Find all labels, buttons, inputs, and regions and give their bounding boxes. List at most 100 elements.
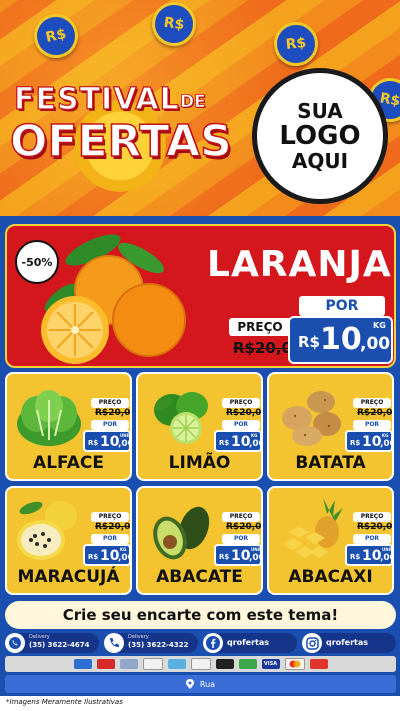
old-price: R$20,00 xyxy=(357,408,393,418)
product-card-alface[interactable]: PREÇO R$20,00 POR R$ 10 ,00 UNID ALFACE xyxy=(5,372,132,481)
old-price: R$20,00 xyxy=(226,408,262,418)
featured-product-name: LARANJA xyxy=(207,244,392,285)
price-cents: ,00 xyxy=(380,439,392,449)
price-unit: KG xyxy=(251,433,258,438)
currency-coin-icon: R$ xyxy=(271,19,321,69)
price-tag: R$ 10 ,00 KG xyxy=(345,430,392,452)
preco-label: PREÇO xyxy=(353,512,391,522)
product-card-abacaxi[interactable]: PREÇO R$20,00 POR R$ 10 ,00 UNID ABACAXI xyxy=(267,486,394,595)
price-unit: KG xyxy=(120,547,127,552)
product-name: MARACUJÁ xyxy=(17,567,120,587)
old-price: R$20,00 xyxy=(226,522,262,532)
orange-icon xyxy=(41,234,186,364)
price-tag: R$ 10 ,00 KG xyxy=(83,544,130,566)
contact-phone: (35) 3622-4674 xyxy=(29,641,90,649)
footer: *Imagens Meramente Ilustrativas xyxy=(0,696,400,711)
product-card-batata[interactable]: PREÇO R$20,00 POR R$ 10 ,00 KG BATATA xyxy=(267,372,394,481)
lime-icon xyxy=(154,392,208,444)
pineapple-icon xyxy=(283,498,343,558)
price-cents: ,00 xyxy=(249,439,261,449)
avocado-icon xyxy=(153,506,210,560)
product-name: ABACAXI xyxy=(288,567,373,587)
price-unit: UNID xyxy=(251,547,263,552)
product-name: ABACATE xyxy=(156,567,243,587)
instagram-contact[interactable]: qrofertas xyxy=(302,633,396,653)
por-label: POR xyxy=(353,534,391,544)
price-tag: R$ 10 ,00 KG xyxy=(214,430,261,452)
phone-contact[interactable]: Delivery (35) 3622-4322 xyxy=(104,633,198,653)
address-bar[interactable]: Rua xyxy=(5,675,396,693)
card-icon xyxy=(119,659,138,669)
preco-label: PREÇO xyxy=(222,398,260,408)
price-currency: R$ xyxy=(88,439,99,447)
price-unit: KG xyxy=(373,321,386,330)
location-pin-icon xyxy=(185,679,194,689)
product-card-maracuja[interactable]: PREÇO R$20,00 POR R$ 10 ,00 KG MARACUJÁ xyxy=(5,486,132,595)
price-unit: UNID xyxy=(120,433,132,438)
passionfruit-icon xyxy=(17,501,77,560)
card-icon xyxy=(142,658,163,670)
price-currency: R$ xyxy=(219,553,230,561)
price-cents: ,00 xyxy=(360,334,391,354)
por-label: POR xyxy=(91,534,129,544)
card-icon xyxy=(96,659,115,669)
por-label: POR xyxy=(299,296,385,316)
mastercard-icon xyxy=(284,658,305,670)
price-integer: 10 xyxy=(100,548,120,564)
price-currency: R$ xyxy=(88,553,99,561)
preco-label: PREÇO xyxy=(222,512,260,522)
old-price: R$20,00 xyxy=(95,408,131,418)
preco-label: PREÇO xyxy=(353,398,391,408)
price-currency: R$ xyxy=(350,553,361,561)
logo-text-line1: SUA xyxy=(297,98,343,123)
card-icon xyxy=(190,658,211,670)
festival-title-line2: OFERTAS xyxy=(9,115,232,168)
address-text: Rua xyxy=(199,679,216,689)
featured-product-card[interactable]: -50% LARANJA PREÇO R$20,00 POR R$ 10 ,00… xyxy=(5,224,396,368)
price-integer: 10 xyxy=(320,322,362,357)
facebook-icon xyxy=(203,633,223,653)
por-label: POR xyxy=(91,420,129,430)
price-unit: UNID xyxy=(382,547,394,552)
por-label: POR xyxy=(222,534,260,544)
lettuce-icon xyxy=(17,390,81,446)
preco-label: PREÇO xyxy=(229,318,291,336)
logo-text-line2: LOGO xyxy=(279,120,361,151)
currency-coin-icon: R$ xyxy=(29,9,83,63)
logo-placeholder[interactable]: SUA LOGO AQUI xyxy=(252,68,388,204)
card-icon xyxy=(215,659,234,669)
phone-icon xyxy=(104,633,124,653)
product-card-limao[interactable]: PREÇO R$20,00 POR R$ 10 ,00 KG LIMÃO xyxy=(136,372,263,481)
price-tag: R$ 10 ,00 UNID xyxy=(214,544,263,566)
price-tag: R$ 10 ,00 KG xyxy=(288,316,393,364)
facebook-contact[interactable]: qrofertas xyxy=(203,633,297,653)
price-currency: R$ xyxy=(298,333,320,351)
product-name: ALFACE xyxy=(33,453,104,473)
preco-label: PREÇO xyxy=(91,512,129,522)
product-card-abacate[interactable]: PREÇO R$20,00 POR R$ 10 ,00 UNID ABACATE xyxy=(136,486,263,595)
price-cents: ,00 xyxy=(118,553,130,563)
cta-banner[interactable]: Crie seu encarte com este tema! xyxy=(5,601,396,629)
festival-title-de: DE xyxy=(180,92,207,113)
payment-methods: VISA xyxy=(5,656,396,672)
price-integer: 10 xyxy=(231,548,251,564)
por-label: POR xyxy=(222,420,260,430)
price-integer: 10 xyxy=(362,548,382,564)
currency-coin-icon: R$ xyxy=(149,0,199,49)
price-currency: R$ xyxy=(219,439,230,447)
potato-icon xyxy=(282,391,341,446)
old-price: R$20,00 xyxy=(95,522,131,532)
price-unit: KG xyxy=(382,433,389,438)
hero-banner: R$ R$ R$ R$ FESTIVAL DE OFERTAS SUA LOGO… xyxy=(0,0,400,216)
card-icon xyxy=(309,659,328,669)
product-name: LIMÃO xyxy=(168,453,231,473)
instagram-handle: qrofertas xyxy=(326,638,369,647)
whatsapp-icon xyxy=(5,633,25,653)
card-icon xyxy=(73,659,92,669)
card-icon xyxy=(167,659,186,669)
disclaimer-text: *Imagens Meramente Ilustrativas xyxy=(6,698,123,706)
visa-icon: VISA xyxy=(261,659,280,669)
price-integer: 10 xyxy=(231,434,251,450)
contact-label: Delivery xyxy=(128,634,149,640)
whatsapp-contact[interactable]: Delivery (35) 3622-4674 xyxy=(5,633,99,653)
